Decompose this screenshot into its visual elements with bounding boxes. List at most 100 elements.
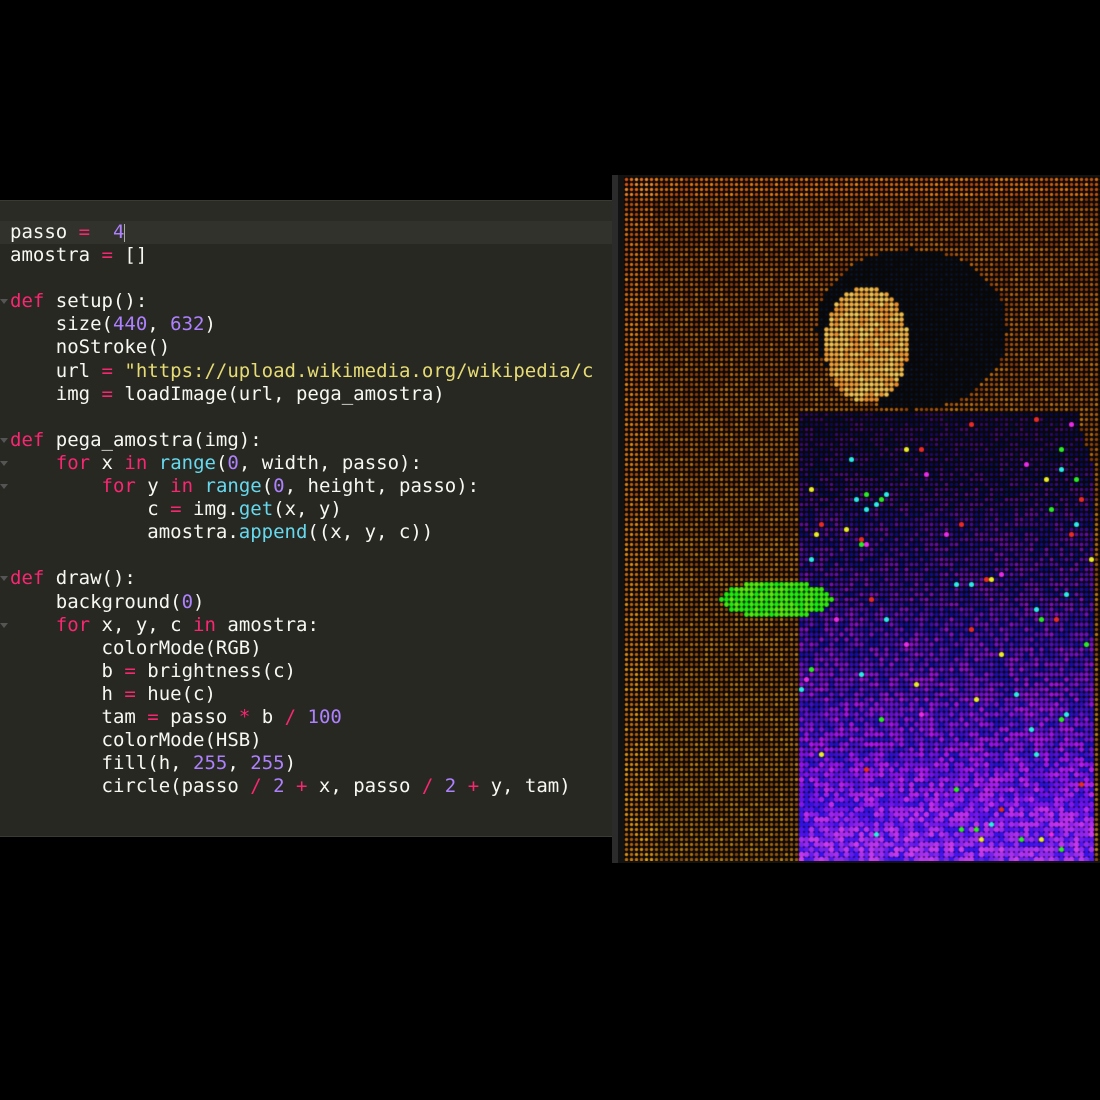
code-token: ((x, y, c)) [307,521,434,544]
dotted-portrait-canvas [624,177,1100,861]
code-token: get [238,498,274,521]
code-line[interactable]: def pega_amostra(img): [0,428,612,452]
code-area[interactable]: passo = 4 amostra = [] def setup(): size(4… [0,221,612,836]
editor-top-bar [0,201,612,221]
code-token: amostra [10,244,91,267]
code-token: amostra: [215,613,319,636]
code-token: y, tam) [479,775,571,798]
code-token: 2 [273,775,285,798]
triangle-down-icon[interactable] [0,299,8,305]
triangle-down-icon[interactable] [0,437,8,443]
code-token: ) [204,313,216,336]
code-line[interactable]: colorMode(RGB) [10,637,612,660]
code-line[interactable]: def setup(): [0,290,612,313]
code-token: hue(c) [135,682,216,705]
code-token: 4 [101,221,125,243]
code-line[interactable]: amostra.append((x, y, c)) [10,521,612,544]
code-line[interactable]: tam = passo * b / 100 [10,706,612,729]
code-token: / [284,705,297,728]
code-token: colorMode(RGB) [10,636,262,659]
code-token: , [227,752,251,775]
triangle-down-icon[interactable] [0,576,8,582]
code-line[interactable] [10,406,612,429]
code-token: ( [215,451,228,474]
code-token: in [170,475,194,498]
code-token: , height, passo): [284,475,480,498]
code-token: = [101,359,113,382]
sketch-output-window [612,175,1100,863]
code-line[interactable]: fill(h, 255, 255) [10,752,612,775]
code-token: for [55,613,91,636]
code-token: url [10,359,102,382]
code-token: img. [181,498,239,521]
code-token: [] [124,244,148,267]
code-token: ) [284,752,297,775]
code-token: / [421,775,434,798]
code-token: = [147,705,159,728]
code-token: 0 [227,451,239,474]
code-line[interactable]: url = "https://upload.wikimedia.org/wiki… [10,360,612,383]
code-token: = [90,244,125,267]
code-token: 255 [193,752,228,775]
code-line[interactable]: b = brightness(c) [10,660,612,683]
code-token: x, y, c [90,613,194,636]
code-line[interactable]: background(0) [10,591,612,614]
code-token: amostra. [10,521,239,544]
triangle-down-icon[interactable] [0,622,8,628]
code-token: 632 [170,313,205,336]
code-line[interactable]: size(440, 632) [10,313,612,336]
code-token: in [124,451,148,474]
code-token: size( [10,313,113,336]
code-token: range [158,451,216,474]
code-token: = [67,221,102,243]
code-line[interactable]: h = hue(c) [10,683,612,706]
code-token: brightness(c) [135,659,296,682]
code-token: def [10,290,45,313]
code-line[interactable]: passo = 4 [10,221,612,244]
code-line[interactable]: for y in range(0, height, passo): [0,475,612,498]
code-line[interactable]: img = loadImage(url, pega_amostra) [10,383,612,406]
code-line[interactable] [10,267,612,290]
code-token: 2 [444,775,457,798]
code-token: (x, y) [273,498,342,521]
code-token: / [250,775,262,798]
code-editor[interactable]: passo = 4 amostra = [] def setup(): size(4… [0,200,612,837]
code-line[interactable]: noStroke() [10,336,612,359]
code-line[interactable] [10,544,612,567]
code-line[interactable]: for x in range(0, width, passo): [0,451,612,475]
code-token: colorMode(HSB) [10,729,262,752]
code-token: x [90,451,125,474]
code-token: , [147,313,171,336]
code-line[interactable]: circle(passo / 2 + x, passo / 2 + y, tam… [10,775,612,798]
code-line[interactable]: for x, y, c in amostra: [0,613,612,637]
code-token: loadImage(url, pega_amostra) [112,382,445,405]
code-token: def [10,567,45,590]
code-token: "https://upload.wikimedia.org/wikipedia/… [112,359,594,382]
code-line[interactable]: colorMode(HSB) [10,729,612,752]
code-token: = [124,682,136,705]
code-token: 0 [181,590,194,613]
triangle-down-icon[interactable] [0,460,8,466]
code-token: 255 [250,752,285,775]
code-token: img [10,382,102,405]
code-line[interactable]: def draw(): [0,567,612,590]
code-token: range [204,475,262,498]
code-token: pega_amostra(img): [44,428,262,451]
triangle-down-icon[interactable] [0,484,8,490]
code-line[interactable]: amostra = [] [10,244,612,267]
code-token: fill(h, [10,752,194,775]
code-line[interactable]: c = img.get(x, y) [10,498,612,521]
code-token: tam [10,705,148,728]
code-token: , width, passo): [238,451,422,474]
code-token: = [124,659,136,682]
code-token: ( [261,475,274,498]
